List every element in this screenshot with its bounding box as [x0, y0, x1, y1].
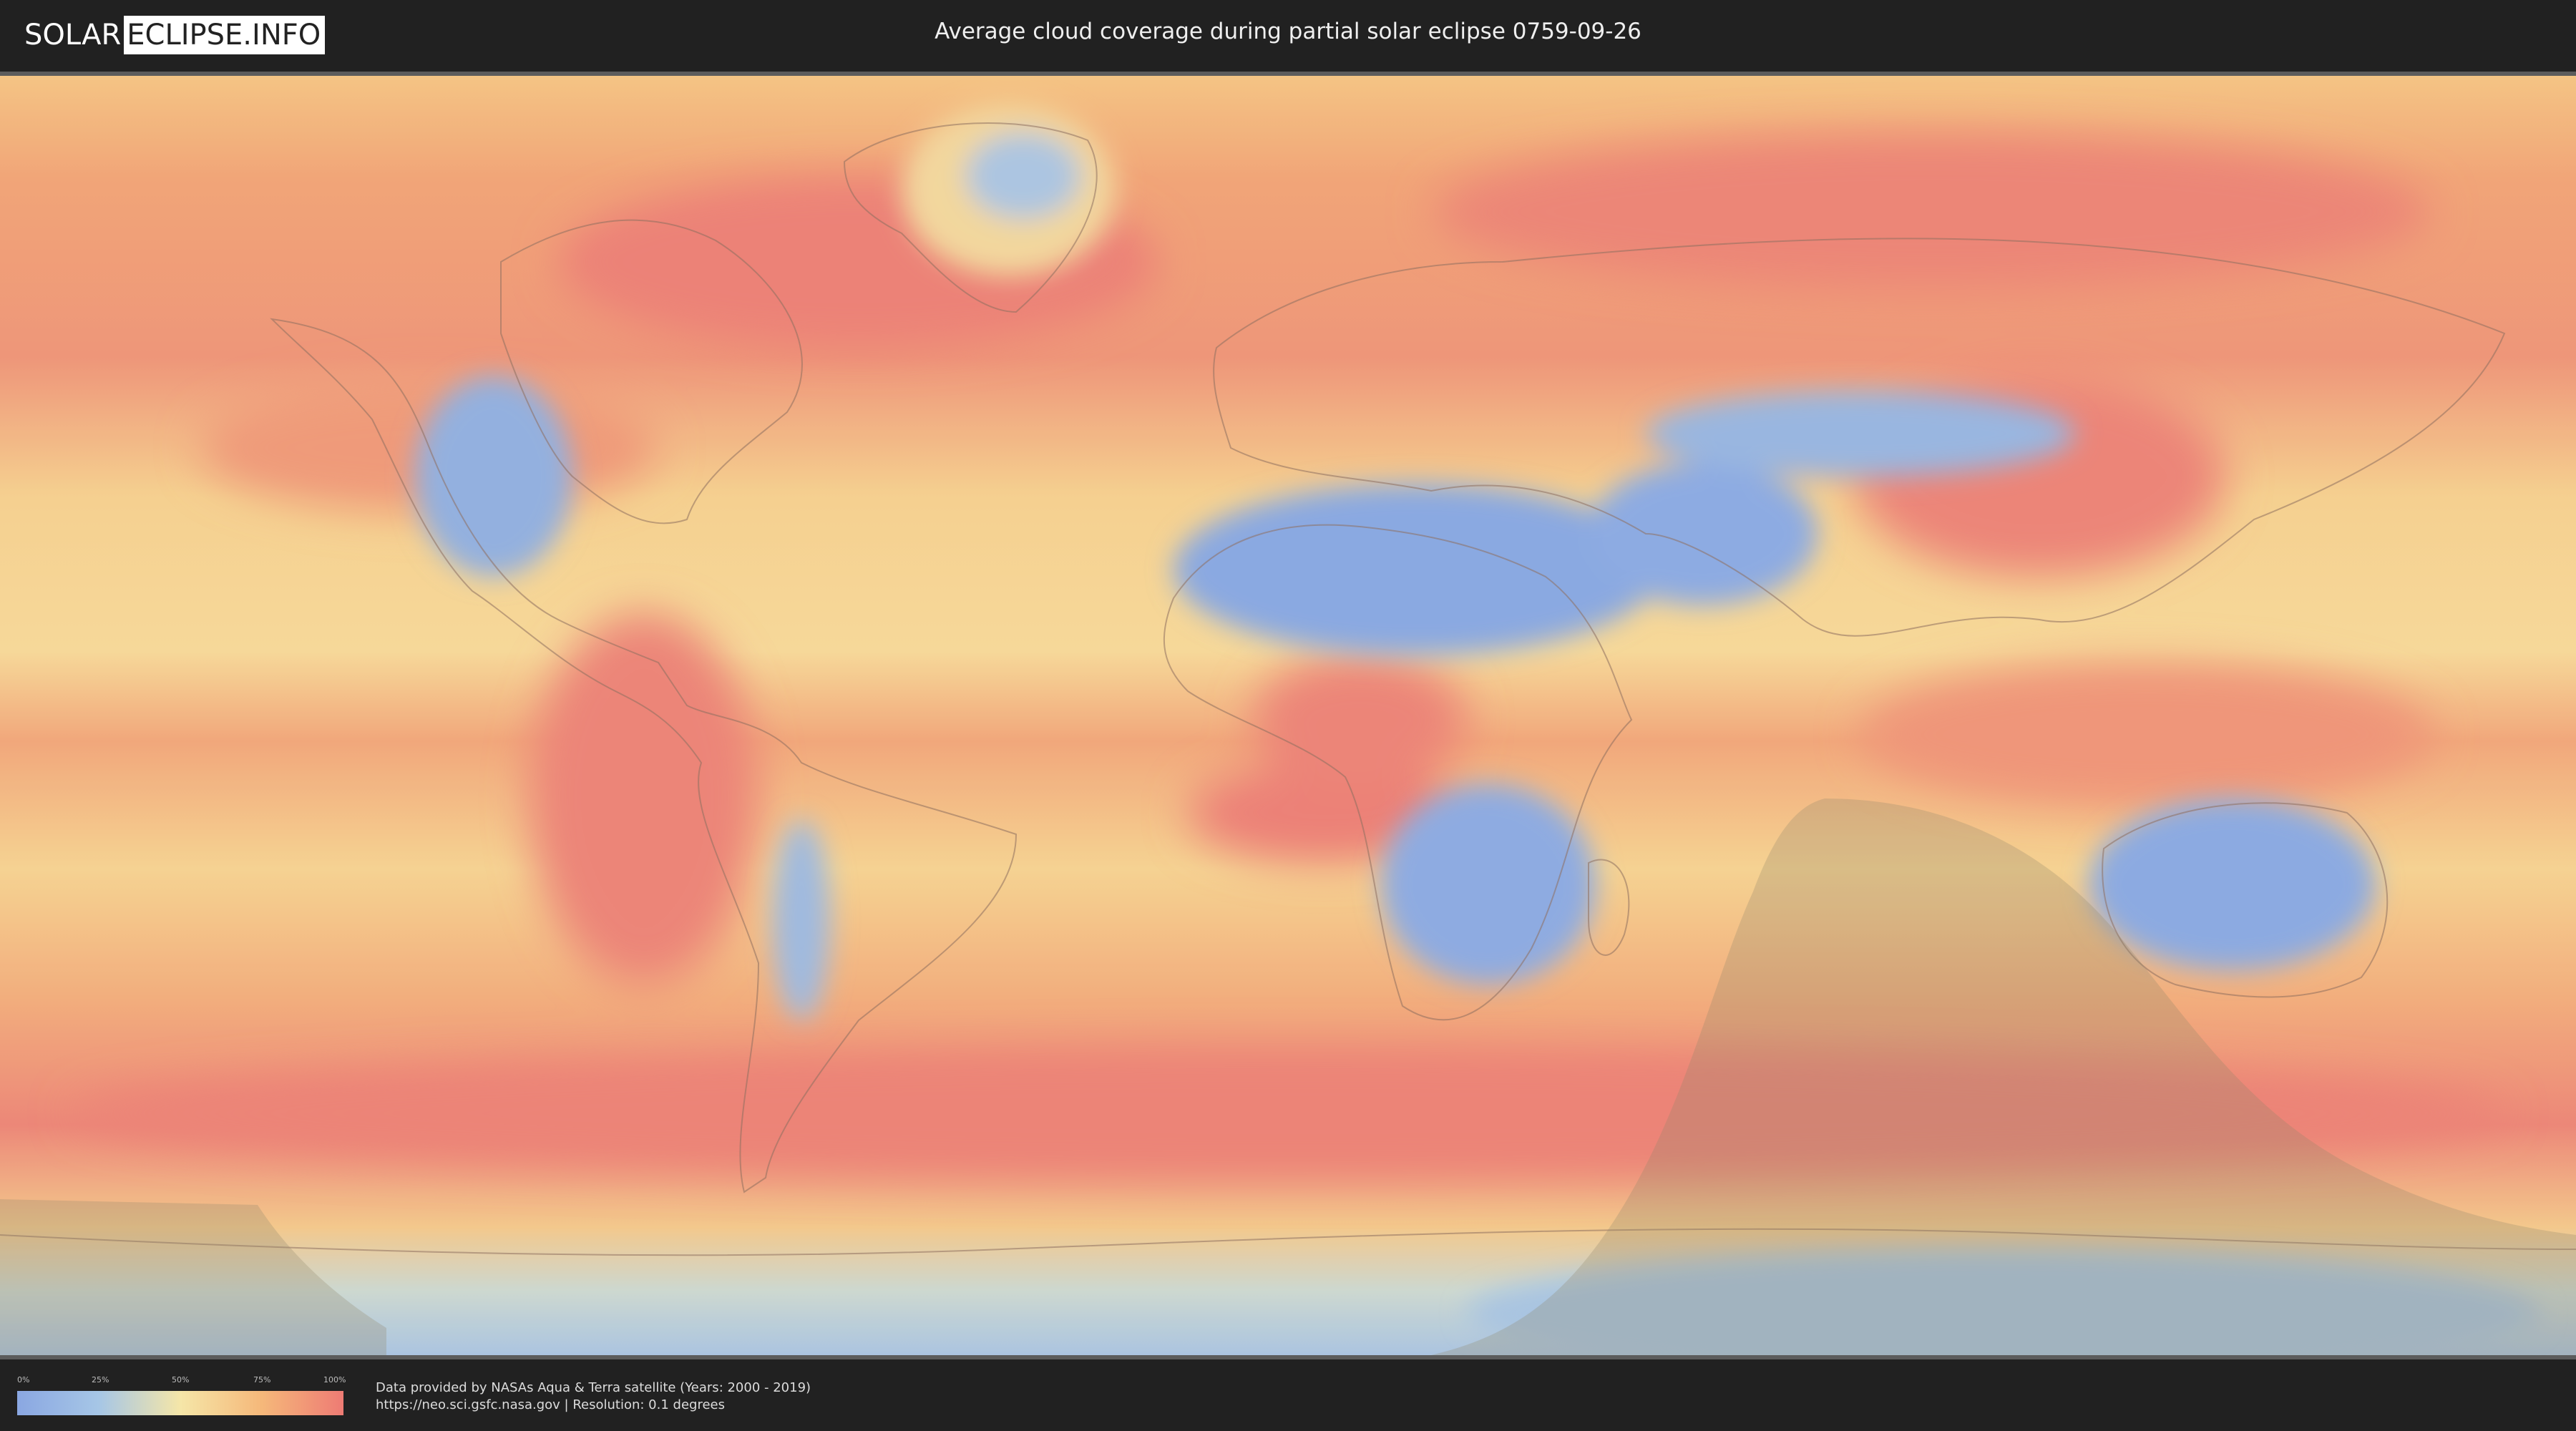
- header-bar: SOLAR ECLIPSE.INFO Average cloud coverag…: [0, 0, 2576, 72]
- credits-link[interactable]: https://neo.sci.gsfc.nasa.gov | Resoluti…: [376, 1397, 811, 1414]
- page-title: Average cloud coverage during partial so…: [935, 19, 1641, 44]
- cloud-coverage-legend: 0% 25% 50% 75% 100%: [17, 1375, 346, 1415]
- cloud-coverage-map: [0, 72, 2576, 1359]
- legend-color-bar: [17, 1391, 343, 1415]
- legend-tick-75: 75%: [253, 1375, 271, 1384]
- credits-source: Data provided by NASAs Aqua & Terra sate…: [376, 1380, 811, 1395]
- map-canvas: [0, 76, 2576, 1355]
- legend-tick-0: 0%: [17, 1375, 30, 1384]
- data-credits: Data provided by NASAs Aqua & Terra sate…: [376, 1379, 811, 1414]
- legend-tick-100: 100%: [323, 1375, 346, 1384]
- footer-bar: 0% 25% 50% 75% 100% Data provided by NAS…: [0, 1359, 2576, 1431]
- legend-tick-25: 25%: [92, 1375, 109, 1384]
- map-sheen: [0, 76, 2576, 1355]
- legend-ticks: 0% 25% 50% 75% 100%: [17, 1375, 346, 1388]
- legend-tick-50: 50%: [172, 1375, 190, 1384]
